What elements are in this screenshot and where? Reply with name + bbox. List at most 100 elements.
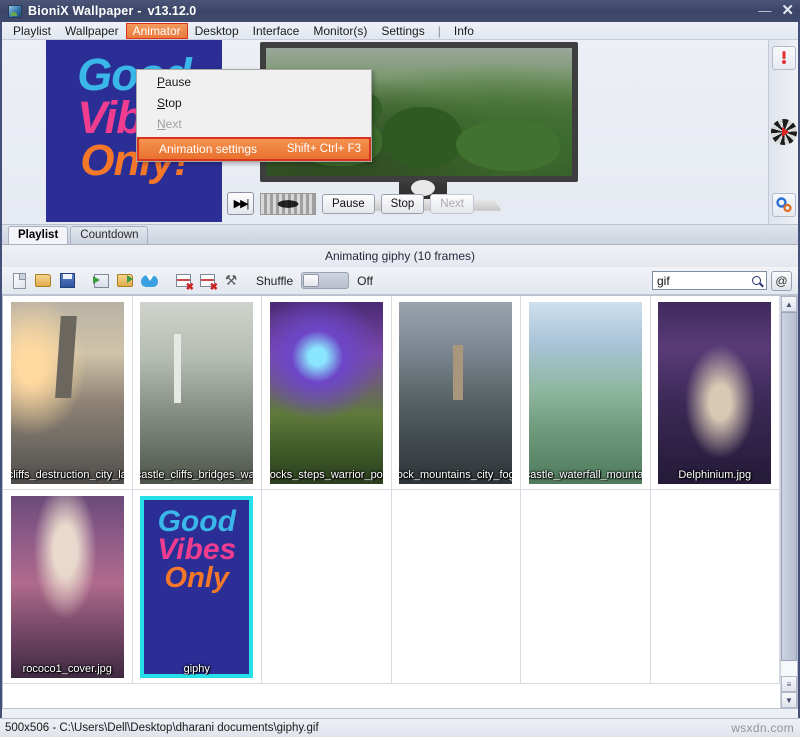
list-item[interactable]: cliffs_destruction_city_la <box>3 296 133 490</box>
playlist-grid-inner: cliffs_destruction_city_la castle_cliffs… <box>3 296 780 708</box>
menu-item-monitors[interactable]: Monitor(s) <box>306 23 374 39</box>
list-item[interactable]: rococo1_cover.jpg <box>3 490 133 684</box>
thumbnail-image[interactable]: castle_waterfall_mountai <box>529 302 642 484</box>
menu-option-shortcut: Shift+ Ctrl+ F3 <box>287 139 361 159</box>
menu-item-interface[interactable]: Interface <box>246 23 307 39</box>
search-area: @ <box>652 271 792 291</box>
film-strip-preview <box>260 193 316 215</box>
scroll-track[interactable] <box>781 312 797 676</box>
shuffle-toggle-knob <box>303 274 319 287</box>
tools-wrench-icon[interactable]: ⚒ <box>220 270 242 291</box>
right-toolbar <box>768 40 798 225</box>
add-folder-icon[interactable] <box>114 270 136 291</box>
empty-cell <box>262 490 392 684</box>
status-bar: 500x506 - C:\Users\Dell\Desktop\dharani … <box>0 718 800 737</box>
thumbnail-image-selected[interactable]: Good Vibes Only giphy <box>140 496 253 678</box>
empty-cell <box>651 490 781 684</box>
playlist-scrollbar[interactable]: ▲ ≡ ▼ <box>780 296 797 708</box>
thumbnail-label: rococo1_cover.jpg <box>11 663 124 675</box>
thumbnail-image[interactable]: ock_mountains_city_fog <box>399 302 512 484</box>
skip-next-button[interactable]: ▶▶| <box>227 192 254 215</box>
app-body: Playlist Wallpaper Animator Desktop Inte… <box>0 22 800 737</box>
tab-strip: Playlist Countdown <box>2 225 798 245</box>
giphy-text-line1: Good <box>140 508 253 537</box>
scroll-grip[interactable]: ≡ <box>781 676 797 692</box>
menu-item-info[interactable]: Info <box>447 23 481 39</box>
playlist-grid: cliffs_destruction_city_la castle_cliffs… <box>2 295 798 709</box>
film-play-icon[interactable] <box>771 119 797 145</box>
empty-cell <box>521 490 651 684</box>
shuffle-label: Shuffle <box>256 274 293 288</box>
thumbnail-image[interactable]: Delphinium.jpg <box>658 302 771 484</box>
menu-item-settings[interactable]: Settings <box>374 23 431 39</box>
giphy-text-line2: Vibes <box>140 536 253 565</box>
thumbnail-label: castle_waterfall_mountai <box>529 469 642 481</box>
empty-cell <box>392 490 522 684</box>
menu-option-stop[interactable]: Stop <box>137 93 371 114</box>
list-item[interactable]: Delphinium.jpg <box>651 296 781 490</box>
search-box[interactable] <box>652 271 767 290</box>
gears-settings-icon[interactable] <box>772 193 796 217</box>
remove-all-icon[interactable] <box>196 270 218 291</box>
open-playlist-icon[interactable] <box>32 270 54 291</box>
list-item[interactable]: rocks_steps_warrior_por <box>262 296 392 490</box>
menu-item-desktop[interactable]: Desktop <box>188 23 246 39</box>
thumbnail-image[interactable]: cliffs_destruction_city_la <box>11 302 124 484</box>
list-item[interactable]: castle_cliffs_bridges_wat <box>133 296 263 490</box>
playlist-toolbar: ⚒ Shuffle Off @ <box>2 267 798 295</box>
animation-controls: ▶▶| Pause Stop Next <box>227 192 474 215</box>
pause-button[interactable]: Pause <box>322 194 375 214</box>
alert-exclamation-icon[interactable] <box>772 46 796 70</box>
thumbnail-label: cliffs_destruction_city_la <box>11 469 124 481</box>
list-item[interactable]: castle_waterfall_mountai <box>521 296 651 490</box>
scroll-down-button[interactable]: ▼ <box>781 692 797 708</box>
animator-dropdown-menu: PPauseause Stop Next Animation settings … <box>136 69 372 162</box>
import-images-icon[interactable] <box>90 270 112 291</box>
menu-option-pause[interactable]: PPauseause <box>137 72 371 93</box>
new-playlist-icon[interactable] <box>8 270 30 291</box>
remove-item-icon[interactable] <box>172 270 194 291</box>
animating-status-label: Animating giphy (10 frames) <box>2 245 798 267</box>
online-search-button[interactable]: @ <box>771 271 792 291</box>
list-item[interactable]: ock_mountains_city_fog <box>392 296 522 490</box>
menu-item-playlist[interactable]: Playlist <box>6 23 58 39</box>
preview-panel: Good Vibes Only! ▶▶| Pause Stop Next <box>2 40 798 225</box>
search-input[interactable] <box>657 274 747 288</box>
thumbnail-label: ock_mountains_city_fog <box>399 469 512 481</box>
close-button[interactable]: ✕ <box>781 5 794 17</box>
status-bar-text: 500x506 - C:\Users\Dell\Desktop\dharani … <box>5 722 319 734</box>
thumbnail-label: rocks_steps_warrior_por <box>270 469 383 481</box>
minimize-button[interactable]: — <box>758 5 771 17</box>
watermark: wsxdn.com <box>731 721 794 735</box>
app-icon <box>8 5 22 18</box>
menu-bar: Playlist Wallpaper Animator Desktop Inte… <box>2 22 798 40</box>
thumbnail-label: giphy <box>140 663 253 675</box>
menu-item-animator[interactable]: Animator <box>126 23 188 39</box>
menu-separator: | <box>432 24 447 38</box>
thumbnail-image[interactable]: rocks_steps_warrior_por <box>270 302 383 484</box>
next-button: Next <box>430 194 474 214</box>
save-playlist-icon[interactable] <box>56 270 78 291</box>
thumbnail-label: castle_cliffs_bridges_wat <box>140 469 253 481</box>
menu-option-next: Next <box>137 114 371 135</box>
tab-playlist[interactable]: Playlist <box>8 226 68 244</box>
title-bar: BioniX Wallpaper - v13.12.0 — ✕ <box>0 0 800 22</box>
thumbnail-image[interactable]: rococo1_cover.jpg <box>11 496 124 678</box>
window-version: v13.12.0 <box>148 4 197 18</box>
window-title: BioniX Wallpaper - <box>28 4 142 18</box>
menu-option-animation-settings[interactable]: Animation settings Shift+ Ctrl+ F3 <box>137 137 371 161</box>
download-cloud-icon[interactable] <box>138 270 160 291</box>
magnifier-icon[interactable] <box>752 276 761 285</box>
thumbnail-label: Delphinium.jpg <box>658 469 771 481</box>
thumbnail-image[interactable]: castle_cliffs_bridges_wat <box>140 302 253 484</box>
tab-countdown[interactable]: Countdown <box>70 226 148 244</box>
giphy-text-line3: Only <box>140 565 253 593</box>
shuffle-toggle[interactable] <box>301 272 349 289</box>
list-item[interactable]: Good Vibes Only giphy <box>133 490 263 684</box>
menu-item-wallpaper[interactable]: Wallpaper <box>58 23 126 39</box>
scroll-up-button[interactable]: ▲ <box>781 296 797 312</box>
stop-button[interactable]: Stop <box>381 194 425 214</box>
menu-option-animation-settings-label: Animation settings <box>159 142 257 156</box>
scroll-thumb[interactable] <box>781 312 797 661</box>
shuffle-state-label: Off <box>357 274 373 288</box>
